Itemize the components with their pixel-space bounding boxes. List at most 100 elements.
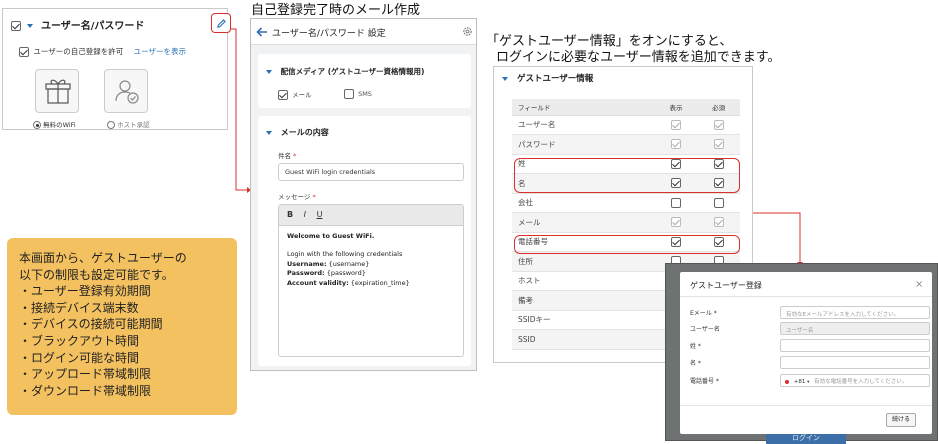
gift-icon [45,79,71,104]
tile-free-wifi[interactable] [35,69,79,113]
delivery-heading: 配信メディア (ゲストユーザー資格情報用) [266,66,424,77]
option-free-wifi[interactable]: 無料のWiFi [33,119,76,129]
password-key: Password: [287,269,325,278]
email-option-label: メール [292,91,312,99]
chevron-down-icon: ▾ [807,380,810,385]
delivery-section-title: 配信メディア (ゲストユーザー資格情報用) [280,67,425,76]
required-checkbox [713,217,724,228]
mail-content-card: メールの内容 件名 * Guest WiFi login credentials… [258,116,471,366]
sms-option-label: SMS [358,90,372,98]
note-box: 本画面から、ゲストユーザーの 以下の制限も設定可能です。 ・ユーザー登録有効期間… [7,238,237,415]
table-row: メール [512,212,740,233]
bold-button[interactable]: B [287,210,293,219]
required-checkbox[interactable] [713,197,724,208]
show-cell [654,212,698,233]
show-checkbox[interactable] [671,197,682,208]
header-field: フィールド [512,99,655,116]
delivery-card: 配信メディア (ゲストユーザー資格情報用) メール SMS [258,54,471,108]
mail-section-title: メールの内容 [280,128,329,137]
option-host-approval-label: ホスト承認 [117,121,150,129]
guest-register-dialog: ゲストユーザー登録 × Eメール * 有効なEメールアドレスを入力してください。… [680,272,932,434]
chevron-down-icon[interactable] [502,76,508,81]
settings-title: ユーザー名/パスワード 設定 [272,29,386,39]
edit-button[interactable] [211,13,231,33]
self-register-label: ユーザーの自己登録を許可 [33,47,124,56]
subject-input[interactable]: Guest WiFi login credentials [278,163,464,181]
field-name: 備考 [512,290,655,311]
italic-button[interactable]: I [304,210,306,219]
enable-checkbox[interactable] [11,21,21,31]
close-icon[interactable]: × [915,279,923,290]
settings-header: ユーザー名/パスワード 設定 [251,19,476,45]
chevron-down-icon[interactable] [27,24,34,28]
show-checkbox [671,139,682,150]
sms-checkbox[interactable] [344,89,354,99]
required-checkbox [713,139,724,150]
phone-input[interactable]: +81 ▾ 有効な電話番号を入力してください。 [780,374,930,387]
username-key: Username: [287,259,327,268]
required-cell [697,212,740,233]
message-label-row: メッセージ * [278,193,316,201]
japan-flag-icon [785,379,789,384]
highlight-phone-row [514,235,740,254]
username-value: {username} [326,259,370,268]
show-checkbox [671,119,682,130]
last-name-label: 姓 * [690,343,701,350]
email-input[interactable]: 有効なEメールアドレスを入力してください。 [780,306,930,319]
field-name: ホスト [512,271,655,291]
phone-label: 電話番号 * [690,378,719,385]
email-label: Eメール * [690,310,717,317]
dialog-overlay: ログイン ゲストユーザー登録 × Eメール * 有効なEメールアドレスを入力して… [665,263,938,444]
table-header-row: フィールド 表示 必須 [512,99,740,116]
delivery-sms-option[interactable]: SMS [344,89,372,99]
caption-right-2: ログインに必要なユーザー情報を追加できます。 [496,50,781,65]
user-check-icon [115,80,139,104]
guest-info-heading: ゲストユーザー情報 [502,72,593,84]
self-register-checkbox[interactable] [19,47,29,57]
last-name-input[interactable] [780,339,930,352]
field-name: 会社 [512,193,655,213]
message-username-line: Username: {username} [287,260,455,269]
message-body[interactable]: Welcome to Guest WiFi. Login with the fo… [279,226,463,294]
note-line: ・ダウンロード帯域制限 [19,383,152,398]
show-cell [654,134,698,155]
field-name: 住所 [512,251,655,272]
first-name-input[interactable] [780,356,930,369]
table-row: 会社 [512,193,740,213]
show-checkbox [671,217,682,228]
gear-icon[interactable] [462,26,473,37]
username-input: ユーザー名 [780,322,930,335]
message-validity-line: Account validity: {expiration_time} [287,279,455,288]
option-host-approval[interactable]: ホスト承認 [107,119,150,129]
pencil-icon [216,18,226,28]
phone-code[interactable]: +81 [794,379,806,385]
phone-placeholder: 有効な電話番号を入力してください。 [814,379,908,385]
radio-free-wifi[interactable] [33,121,41,129]
field-name: パスワード [512,134,655,155]
show-cell [654,193,698,213]
panel1-title: ユーザー名/パスワード [40,21,145,32]
chevron-down-icon[interactable] [266,70,272,74]
email-checkbox[interactable] [278,90,288,100]
password-value: {password} [324,269,366,278]
required-checkbox [713,119,724,130]
radio-host-approval[interactable] [107,121,115,129]
chevron-down-icon[interactable] [266,130,272,135]
message-greeting: Welcome to Guest WiFi. [287,232,375,240]
show-users-link[interactable]: ユーザーを表示 [134,47,186,56]
back-arrow-icon[interactable] [256,26,268,38]
first-name-label: 名 * [690,360,701,367]
note-line: ・アップロード帯域制限 [19,367,152,382]
message-editor[interactable]: B I U Welcome to Guest WiFi. Login with … [278,204,464,357]
continue-button[interactable]: 続ける [886,413,916,427]
auth-method-panel: ユーザー名/パスワード ユーザーの自己登録を許可 ユーザーを表示 無料のWiFi [2,8,231,130]
field-name: ユーザー名 [512,115,655,135]
delivery-email-option[interactable]: メール [278,89,312,100]
tile-host-approval[interactable] [104,69,148,113]
self-register-row: ユーザーの自己登録を許可 ユーザーを表示 [19,46,186,57]
panel1-title-row: ユーザー名/パスワード [11,17,144,32]
message-label: メッセージ [278,193,311,201]
underline-button[interactable]: U [317,210,323,219]
required-cell [697,193,740,213]
message-password-line: Password: {password} [287,269,455,278]
